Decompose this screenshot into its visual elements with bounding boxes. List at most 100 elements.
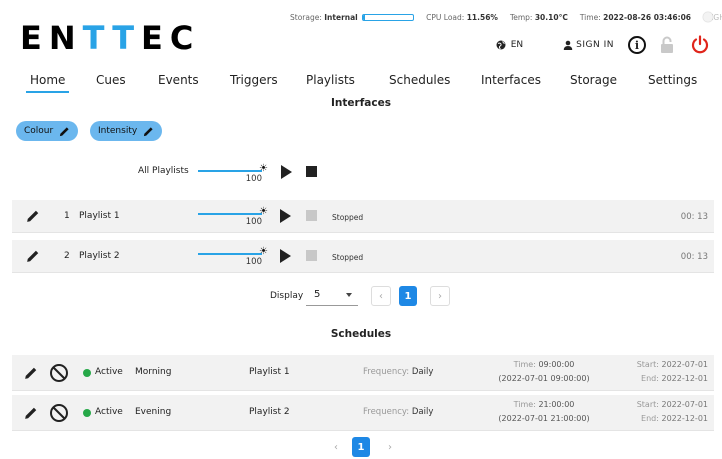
nav-schedules[interactable]: Schedules [389,73,450,87]
prev-page-button[interactable]: ‹ [371,286,391,306]
brightness-icon: ☀ [259,246,268,257]
colour-chip-label: Colour [24,126,54,136]
schedules-prev-page-button[interactable]: ‹ [326,437,346,457]
pencil-icon[interactable] [26,249,40,263]
lock-icon[interactable] [660,36,674,54]
playlist-row: 2 Playlist 2 ☀ 100 Stopped 00: 13 [12,240,714,273]
play-button[interactable] [280,249,291,263]
playlist-number: 1 [64,211,70,221]
power-icon[interactable] [690,35,710,55]
frequency-value: Daily [411,367,434,377]
chevron-right-icon: › [438,290,442,302]
disable-icon[interactable] [49,363,69,383]
intensity-chip[interactable]: Intensity [90,121,163,141]
main-nav: Home Cues Events Triggers Playlists Sche… [0,73,722,93]
all-playlists-label: All Playlists [138,166,189,176]
schedule-state: Active [95,367,123,377]
pencil-icon[interactable] [26,209,40,223]
header-actions: EN SIGN IN i [496,34,710,56]
intensity-chip-label: Intensity [98,126,138,136]
status-bar: Storage: Internal CPU Load: 11.56% Temp:… [290,10,722,24]
playlist-slider[interactable]: ☀ 100 [198,205,268,227]
schedule-frequency: Frequency: Daily [363,367,433,377]
schedule-playlist: Playlist 1 [249,367,290,377]
all-playlists-slider[interactable]: ☀ 100 [198,162,268,184]
playlist-duration: 00: 13 [680,212,708,222]
stop-all-button[interactable] [306,166,317,177]
datetime-value: (2022-07-01 21:00:00) [498,414,590,423]
pencil-icon [144,126,153,136]
playlist-slider[interactable]: ☀ 100 [198,245,268,267]
storage-bar-fill [363,15,366,20]
pencil-icon[interactable] [24,406,38,420]
schedule-time: Time: 21:00:00 (2022-07-01 21:00:00) [482,398,606,426]
next-page-button[interactable]: › [430,286,450,306]
disable-icon[interactable] [49,403,69,423]
playlist-duration: 00: 13 [680,252,708,262]
schedule-name: Evening [135,407,172,417]
user-icon [563,40,573,50]
storage-bar [362,14,415,21]
globe-icon [496,40,506,50]
sign-in-button[interactable]: SIGN IN [563,40,614,50]
playlist-number: 2 [64,251,70,261]
schedule-time: Time: 09:00:00 (2022-07-01 09:00:00) [482,358,606,386]
schedule-dates: Start: 2022-07-01 End: 2022-12-01 [637,358,708,386]
nav-home[interactable]: Home [25,73,70,93]
schedule-row: Active Morning Playlist 1 Frequency: Dai… [12,355,714,391]
slider-value: 100 [245,174,262,184]
storage-value: Internal [324,12,358,22]
nav-interfaces[interactable]: Interfaces [481,73,541,87]
slider-value: 100 [245,257,262,267]
cpu-status: CPU Load: 11.56% [426,13,498,22]
slider-track [198,213,262,215]
slider-track [198,253,262,255]
start-label: Start: [636,360,659,369]
language-selector[interactable]: EN [496,40,523,50]
time-value: 2022-08-26 03:46:06 [603,12,692,22]
temp-label: Temp: [509,12,533,22]
play-all-button[interactable] [281,165,292,179]
end-value: 2022-12-01 [661,374,709,383]
end-value: 2022-12-01 [661,414,709,423]
frequency-label: Frequency: [363,407,410,417]
schedules-title: Schedules [330,328,392,340]
colour-chip[interactable]: Colour [16,121,79,141]
page-size-value: 5 [314,289,321,300]
info-icon: i [634,38,640,52]
nav-settings[interactable]: Settings [648,73,697,87]
schedules-page-1-button[interactable]: 1 [352,437,370,457]
sign-in-label: SIGN IN [576,40,614,50]
logo-text-1: EN [20,19,83,57]
storage-status: Storage: Internal [290,12,415,22]
frequency-value: Daily [411,407,434,417]
display-label: Display [270,291,304,301]
brightness-icon: ☀ [259,163,268,174]
playlist-row: 1 Playlist 1 ☀ 100 Stopped 00: 13 [12,200,714,233]
interfaces-title: Interfaces [331,97,391,109]
chevron-right-icon: › [388,441,392,453]
nav-triggers[interactable]: Triggers [230,73,278,87]
nav-cues[interactable]: Cues [96,73,126,87]
nav-storage[interactable]: Storage [570,73,617,87]
stop-button [306,250,317,261]
pencil-icon[interactable] [24,366,38,380]
schedule-frequency: Frequency: Daily [363,407,433,417]
time-value: 09:00:00 [538,360,575,369]
schedule-playlist: Playlist 2 [249,407,290,417]
page-1-button[interactable]: 1 [399,286,417,306]
info-button[interactable]: i [628,36,646,54]
play-button[interactable] [280,209,291,223]
page-size-select[interactable]: 5 [306,284,358,306]
stop-button [306,210,317,221]
start-value: 2022-07-01 [661,360,709,369]
start-value: 2022-07-01 [661,400,709,409]
playlist-status: Stopped [332,253,364,262]
nav-playlists[interactable]: Playlists [306,73,355,87]
nav-events[interactable]: Events [158,73,199,87]
playlist-name: Playlist 1 [79,211,120,221]
schedules-next-page-button[interactable]: › [380,437,400,457]
enttec-logo: ENTTEC [20,22,200,54]
pencil-icon [60,126,69,136]
time-label: Time: [579,12,601,22]
